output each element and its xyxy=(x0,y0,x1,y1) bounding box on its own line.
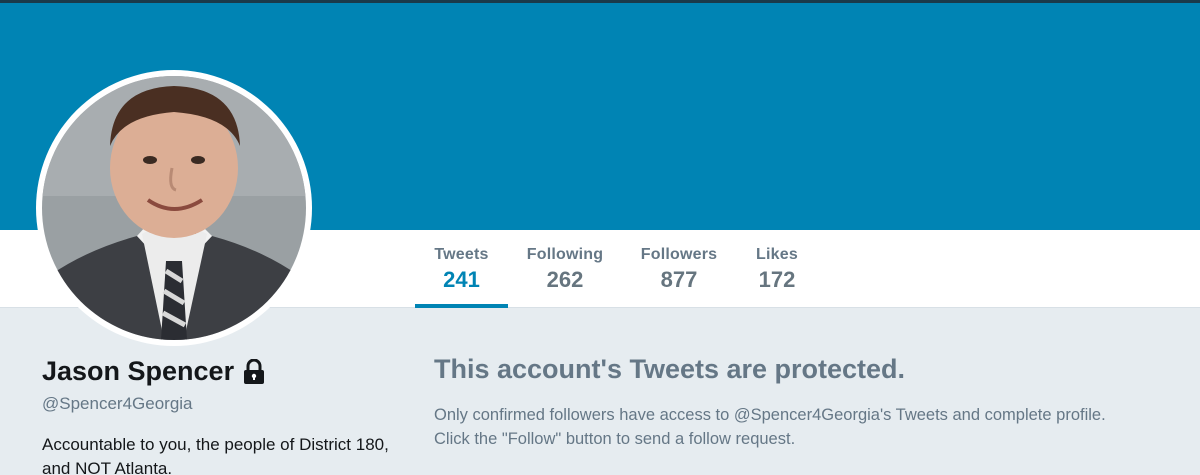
nav-following-count: 262 xyxy=(546,267,584,292)
nav-tweets-count: 241 xyxy=(443,267,480,292)
protected-message-line1: Only confirmed followers have access to … xyxy=(434,406,1106,424)
nav-followers-count: 877 xyxy=(660,267,698,292)
protected-message: Only confirmed followers have access to … xyxy=(434,403,1194,451)
nav-likes-label: Likes xyxy=(756,246,798,263)
nav-likes[interactable]: Likes 172 xyxy=(748,230,806,308)
profile-bio: Accountable to you, the people of Distri… xyxy=(42,435,389,475)
nav-tweets[interactable]: Tweets 241 xyxy=(415,230,508,308)
protected-title: This account's Tweets are protected. xyxy=(434,354,906,384)
nav-followers[interactable]: Followers 877 xyxy=(634,230,724,308)
profile-avatar-frame[interactable] xyxy=(36,70,312,346)
nav-likes-count: 172 xyxy=(758,267,796,292)
nav-tweets-label: Tweets xyxy=(434,246,489,263)
profile-handle[interactable]: @Spencer4Georgia xyxy=(42,394,193,414)
profile-name-text: Jason Spencer xyxy=(42,356,235,386)
avatar[interactable] xyxy=(42,76,306,340)
nav-followers-label: Followers xyxy=(640,246,718,263)
profile-name: Jason Spencer xyxy=(42,356,266,387)
protected-message-line2: Click the "Follow" button to send a foll… xyxy=(434,430,796,448)
nav-following-label: Following xyxy=(526,246,604,263)
lock-icon xyxy=(242,358,266,385)
nav-following[interactable]: Following 262 xyxy=(520,230,610,308)
